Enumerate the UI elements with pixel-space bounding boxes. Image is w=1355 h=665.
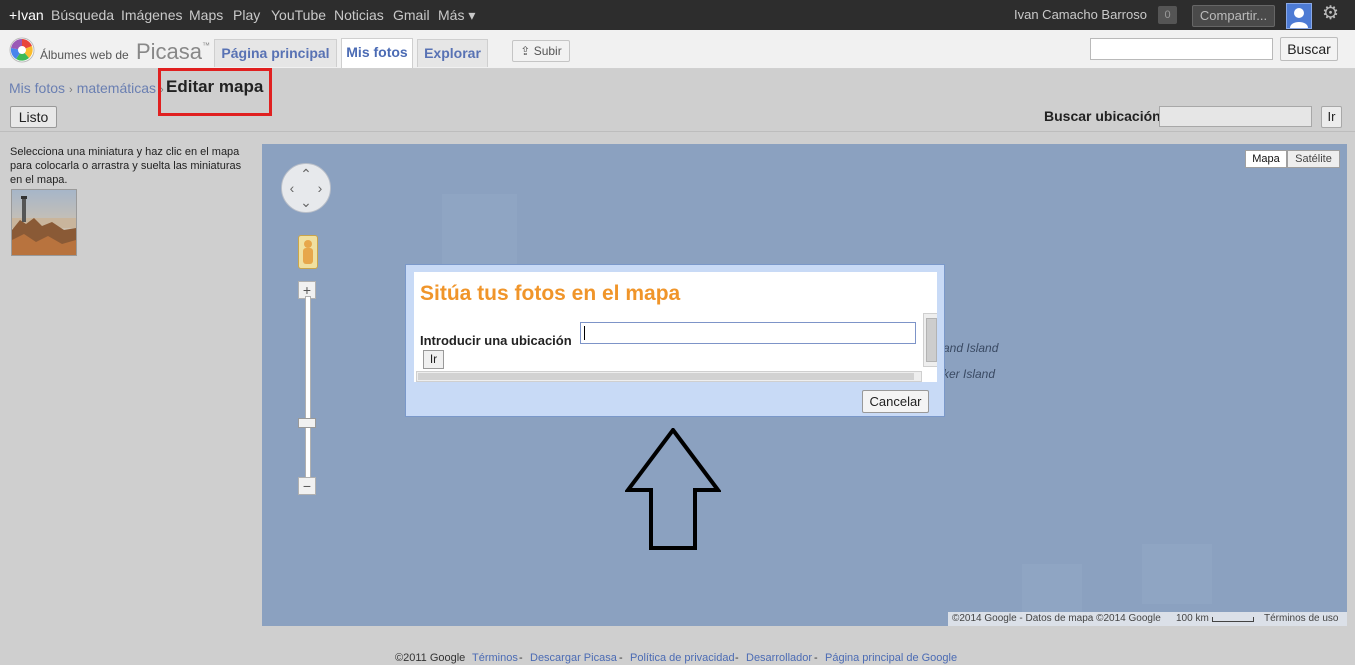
picasa-logo[interactable] [9, 37, 35, 66]
upload-icon: ⇪ [520, 44, 531, 58]
dialog-content: Sitúa tus fotos en el mapa Introducir un… [414, 272, 937, 382]
dialog-vertical-scroll-thumb[interactable] [926, 318, 937, 362]
share-button[interactable]: Compartir... [1192, 5, 1275, 27]
logo-trademark: ™ [202, 41, 210, 50]
picasa-pinwheel-icon [9, 37, 35, 63]
breadcrumb-album[interactable]: matemáticas [77, 80, 156, 96]
search-location-go-button[interactable]: Ir [1321, 106, 1342, 128]
pegman-head [304, 240, 312, 248]
tab-home[interactable]: Página principal [214, 39, 337, 67]
gbar-link-gmail[interactable]: Gmail [393, 7, 430, 23]
map-terms-link[interactable]: Términos de uso [1264, 612, 1338, 626]
map-scale-label: 100 km [1176, 613, 1209, 624]
pegman-icon[interactable] [298, 235, 318, 269]
search-input[interactable] [1090, 38, 1273, 60]
pan-down-icon[interactable]: ⌄ [298, 194, 314, 210]
zoom-out-button[interactable]: − [298, 477, 316, 495]
dialog-title: Sitúa tus fotos en el mapa [420, 282, 681, 305]
search-location-input[interactable] [1159, 106, 1312, 127]
gbar-link-news[interactable]: Noticias [334, 7, 384, 23]
footer-separator: - [735, 652, 739, 664]
dialog-horizontal-scroll-thumb[interactable] [418, 373, 914, 380]
upload-button[interactable]: ⇪ Subir [512, 40, 570, 62]
footer-download-link[interactable]: Descargar Picasa [530, 652, 617, 664]
footer-separator: - [519, 652, 523, 664]
gbar-link-maps[interactable]: Maps [189, 7, 223, 23]
dialog-vertical-scrollbar[interactable] [923, 313, 937, 367]
gbar-link-youtube[interactable]: YouTube [271, 7, 326, 23]
map-data-attribution: ©2014 Google - Datos de mapa ©2014 Googl… [952, 613, 1161, 624]
dialog-horizontal-scrollbar[interactable] [416, 371, 922, 382]
pan-right-icon[interactable]: › [312, 180, 328, 196]
gbar-link-search[interactable]: Búsqueda [51, 7, 114, 23]
pan-left-icon[interactable]: ‹ [284, 180, 300, 196]
photo-thumbnail[interactable] [11, 189, 77, 256]
upload-label: Subir [533, 44, 562, 58]
footer-terms-link[interactable]: Términos [472, 652, 518, 664]
cancel-button[interactable]: Cancelar [862, 390, 929, 413]
map-type-satellite-button[interactable]: Satélite [1287, 150, 1340, 168]
footer-google-home-link[interactable]: Página principal de Google [825, 652, 957, 664]
user-name[interactable]: Ivan Camacho Barroso [1014, 7, 1147, 22]
done-button[interactable]: Listo [10, 106, 57, 128]
avatar[interactable] [1286, 3, 1312, 29]
tab-explore[interactable]: Explorar [417, 39, 488, 67]
map-attribution: ©2014 Google - Datos de mapa ©2014 Googl… [948, 612, 1347, 626]
zoom-slider-track[interactable] [305, 296, 311, 488]
map-scale-bar [1212, 617, 1254, 622]
picasa-header: Álbumes web de Picasa ™ Página principal… [0, 30, 1355, 69]
footer-privacy-link[interactable]: Política de privacidad [630, 652, 735, 664]
location-label: Introducir una ubicación [420, 333, 572, 348]
logo-brand: Picasa [136, 39, 203, 64]
map-label-island-2: ker Island [943, 367, 996, 381]
breadcrumb: Mis fotos › matemáticas › [9, 80, 168, 96]
user-silhouette-icon [1290, 8, 1308, 28]
footer-separator: - [814, 652, 818, 664]
breadcrumb-separator: › [69, 84, 73, 96]
pan-control[interactable]: ⌃ ⌄ ‹ › [281, 163, 331, 213]
logo-text: Álbumes web de [40, 48, 129, 62]
gbar-link-more[interactable]: Más ▾ [438, 7, 475, 24]
annotation-up-arrow-icon [625, 428, 721, 550]
zoom-slider-handle[interactable] [298, 418, 316, 428]
gbar-link-play[interactable]: Play [233, 7, 260, 23]
gbar-link-plus[interactable]: +Ivan [9, 7, 44, 23]
search-location-label: Buscar ubicación [1044, 108, 1161, 124]
text-caret [584, 326, 585, 340]
annotation-highlight-box [158, 68, 272, 116]
map-type-map-button[interactable]: Mapa [1245, 150, 1287, 168]
google-bar: +Ivan Búsqueda Imágenes Maps Play YouTub… [0, 0, 1355, 30]
search-button[interactable]: Buscar [1280, 37, 1338, 61]
breadcrumb-my-photos[interactable]: Mis fotos [9, 80, 65, 96]
gear-icon[interactable]: ⚙ [1322, 4, 1340, 24]
divider [0, 131, 1355, 132]
footer-copyright: ©2011 Google [395, 652, 466, 664]
tab-my-photos[interactable]: Mis fotos [341, 38, 413, 68]
notifications-count[interactable]: 0 [1158, 6, 1177, 24]
footer-separator: - [619, 652, 623, 664]
footer-developer-link[interactable]: Desarrollador [746, 652, 812, 664]
footer: ©2011 Google Términos - Descargar Picasa… [0, 650, 1355, 665]
location-input[interactable] [580, 322, 916, 344]
map-label-island-1: and Island [943, 341, 999, 355]
photo-thumbnail-image [12, 190, 76, 255]
gbar-link-images[interactable]: Imágenes [121, 7, 182, 23]
instructions-text: Selecciona una miniatura y haz clic en e… [10, 146, 242, 186]
location-go-button[interactable]: Ir [423, 350, 444, 369]
pegman-body [303, 248, 313, 264]
